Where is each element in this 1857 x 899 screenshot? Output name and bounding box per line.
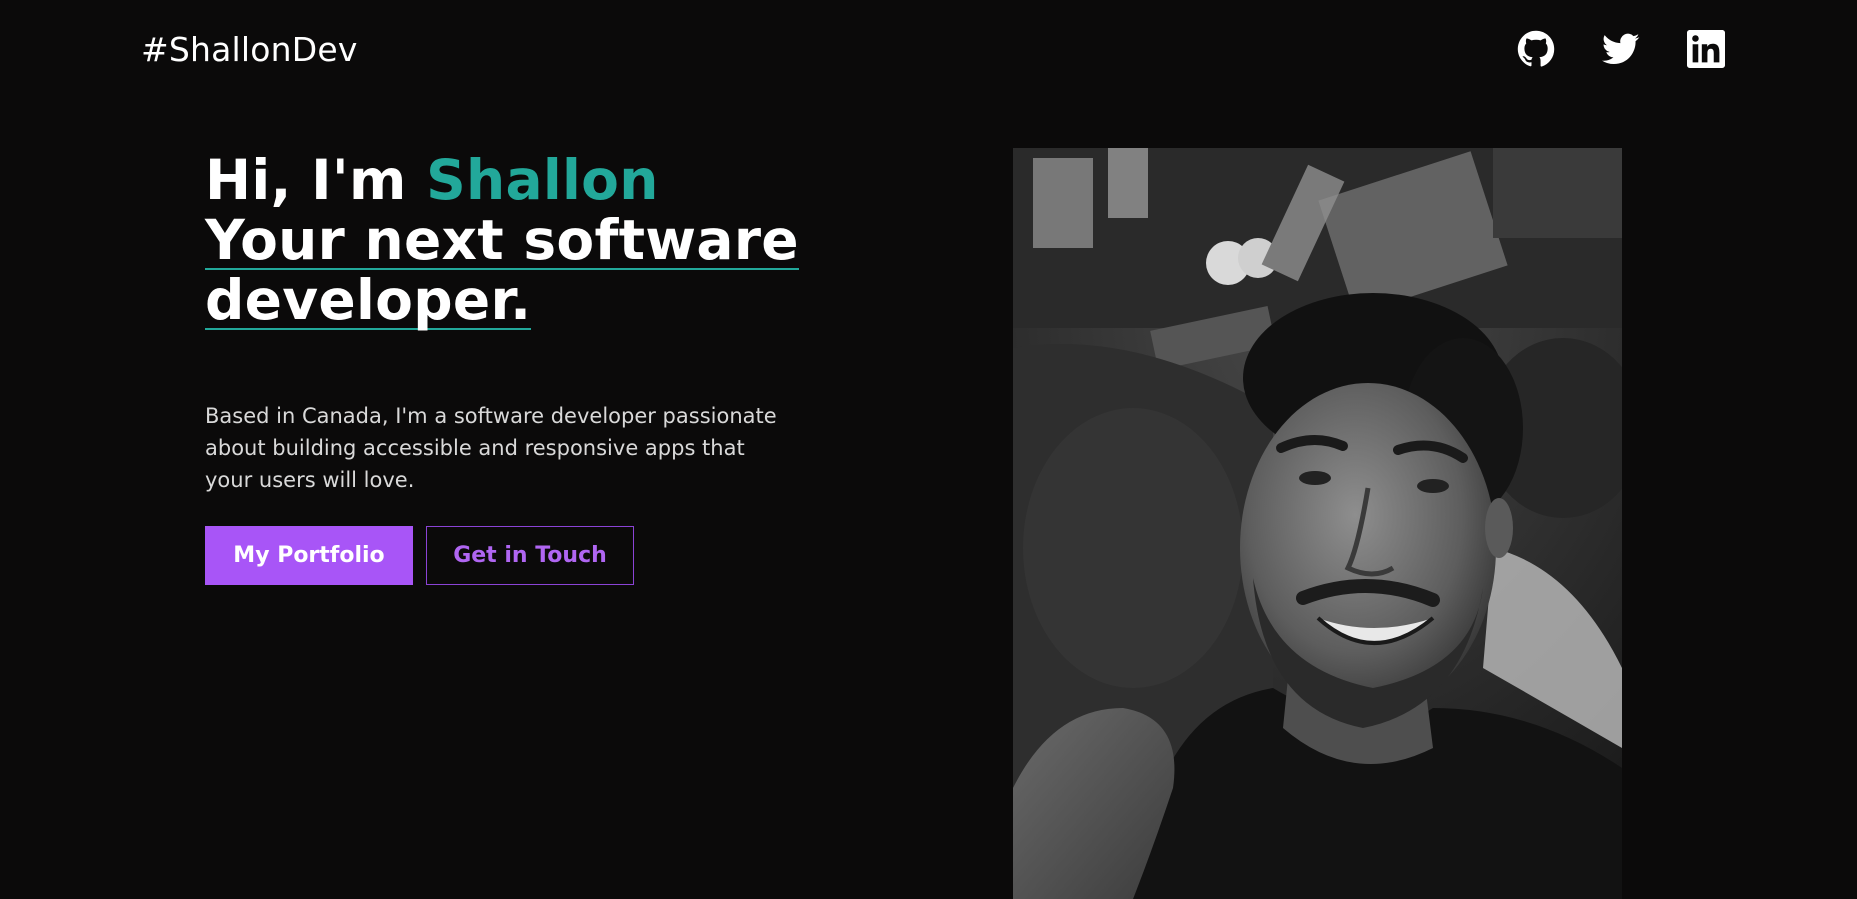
twitter-icon: [1602, 33, 1640, 65]
landing-page: #ShallonDev Hi, I'm Shallon Your next so…: [0, 0, 1857, 899]
get-in-touch-button[interactable]: Get in Touch: [426, 526, 634, 585]
hero-heading: Hi, I'm Shallon Your next software devel…: [205, 150, 805, 330]
linkedin-link[interactable]: [1687, 30, 1725, 68]
brand-logo[interactable]: #ShallonDev: [141, 30, 358, 70]
tagline-line-1: Your next software: [205, 208, 799, 272]
social-links: [1517, 30, 1725, 68]
greeting-text: Hi, I'm: [205, 148, 427, 212]
github-link[interactable]: [1517, 30, 1555, 68]
my-portfolio-button[interactable]: My Portfolio: [205, 526, 413, 585]
name-highlight: Shallon: [426, 148, 659, 212]
hero-actions: My Portfolio Get in Touch: [205, 526, 805, 585]
linkedin-icon: [1687, 30, 1725, 68]
profile-photo: [1013, 148, 1622, 899]
hero-section: Hi, I'm Shallon Your next software devel…: [205, 150, 805, 585]
intro-text: Based in Canada, I'm a software develope…: [205, 404, 777, 492]
github-icon: [1517, 30, 1555, 67]
tagline-line-2: developer.: [205, 268, 532, 332]
twitter-link[interactable]: [1602, 30, 1640, 68]
